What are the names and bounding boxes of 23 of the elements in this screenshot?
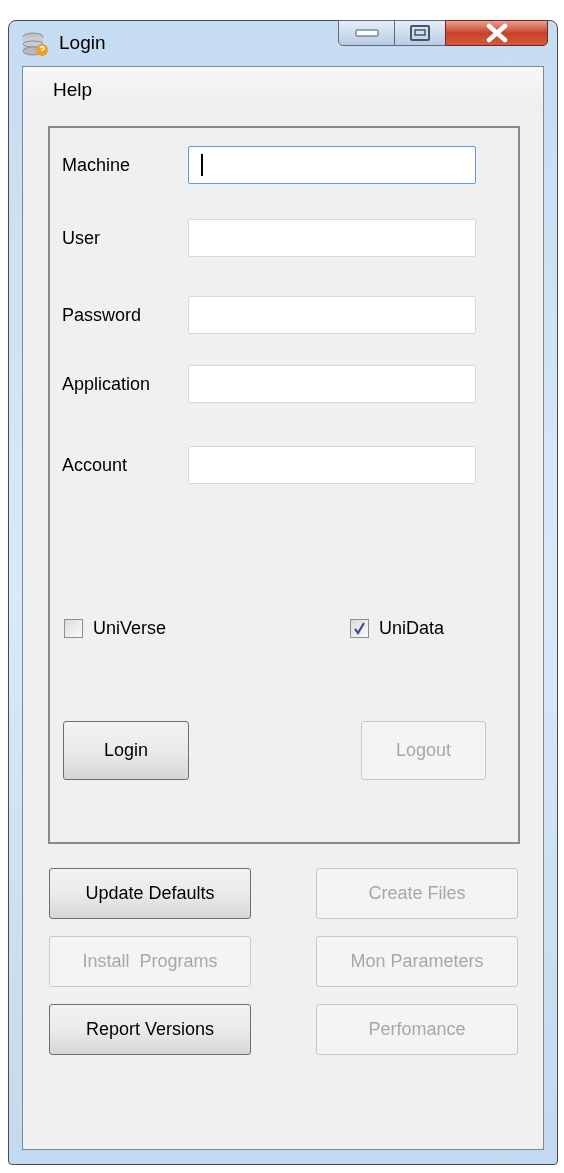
field-label: Account [61, 453, 129, 477]
maximize-button[interactable] [395, 20, 445, 46]
maximize-icon [409, 24, 431, 42]
database-icon [21, 30, 49, 57]
checkmark-icon [353, 621, 366, 635]
field-label: Password [61, 303, 143, 327]
checkbox[interactable] [350, 618, 369, 638]
field-label: User [61, 226, 101, 250]
close-icon [484, 23, 509, 43]
push-button[interactable]: Login [63, 721, 189, 780]
minimize-icon [354, 29, 379, 37]
checkbox-label: UniData [379, 616, 445, 640]
checkbox-label: UniVerse [93, 616, 167, 640]
push-button[interactable]: Update Defaults [49, 868, 251, 919]
field-label: Application [61, 372, 152, 396]
close-button[interactable] [445, 20, 548, 46]
push-button[interactable]: Report Versions [49, 1004, 251, 1055]
field-label: Machine [61, 153, 132, 177]
minimize-button[interactable] [338, 20, 395, 46]
checkbox[interactable] [64, 618, 83, 638]
input-field[interactable] [188, 146, 476, 184]
window-title: Login [59, 31, 106, 56]
menu-item[interactable]: Help [53, 75, 93, 105]
